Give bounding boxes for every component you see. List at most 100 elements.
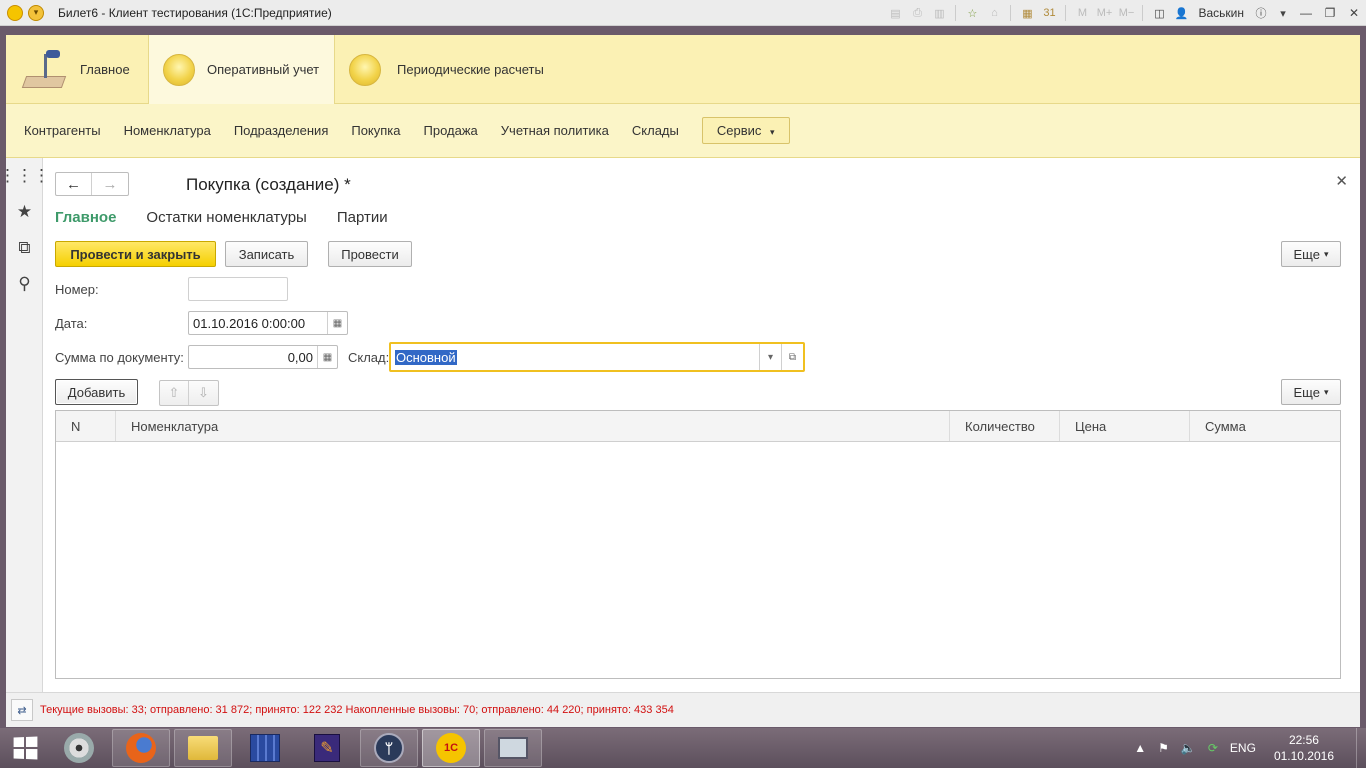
taskbar-editor-app[interactable]: ✎ — [298, 729, 356, 767]
cmd-warehouses[interactable]: Склады — [632, 123, 679, 138]
search-icon[interactable]: ⚲ — [6, 266, 43, 302]
service-menu-button[interactable]: Сервис ▾ — [701, 117, 790, 144]
date-label: Дата: — [55, 316, 88, 331]
firefox-icon — [126, 733, 156, 763]
table-more-button[interactable]: Еще ▾ — [1281, 379, 1341, 405]
history-icon[interactable]: ⧉ — [6, 230, 43, 266]
close-window-button[interactable]: ✕ — [1343, 5, 1365, 21]
chevron-down-icon[interactable]: ▾ — [1274, 5, 1292, 21]
column-header-price[interactable]: Цена — [1060, 411, 1190, 441]
column-header-sum[interactable]: Сумма — [1190, 411, 1340, 441]
title-bar-tools: ▤ ⎙ ▥ ☆ ⌂ ▦ 31 M M+ M− ◫ 👤 Васькин ⓘ ▾ —… — [884, 0, 1366, 26]
section-label: Периодические расчеты — [397, 62, 544, 77]
server-calls-icon[interactable]: ⇄ — [11, 699, 33, 721]
post-button[interactable]: Провести — [328, 241, 412, 267]
tab-nomenclature-balances[interactable]: Остатки номенклатуры — [146, 209, 306, 226]
status-bar: ⇄ Текущие вызовы: 33; отправлено: 31 872… — [6, 692, 1360, 727]
taskbar-tree-app[interactable]: ᛘ — [360, 729, 418, 767]
calendar-icon[interactable]: ▦ — [327, 312, 347, 334]
taskbar-archive-app[interactable] — [236, 729, 294, 767]
more-button[interactable]: Еще ▾ — [1281, 241, 1341, 267]
start-button[interactable] — [0, 728, 50, 768]
windows-logo-icon — [13, 736, 38, 760]
preview-icon[interactable]: ▥ — [930, 5, 948, 21]
folder-icon — [188, 736, 218, 760]
number-label: Номер: — [55, 282, 99, 297]
sum-field[interactable]: 0,00 ▦ — [188, 345, 338, 369]
cmd-nomenclature[interactable]: Номенклатура — [124, 123, 211, 138]
taskbar-media-player[interactable] — [50, 729, 108, 767]
calculator-icon[interactable]: ▦ — [1018, 5, 1036, 21]
post-and-close-button[interactable]: Провести и закрыть — [55, 241, 216, 267]
print-icon[interactable]: ⎙ — [908, 5, 926, 21]
1c-icon: 1С — [436, 733, 466, 763]
section-label: Оперативный учет — [207, 62, 320, 77]
move-down-icon[interactable]: ⇩ — [189, 381, 218, 405]
sum-label: Сумма по документу: — [55, 350, 184, 365]
back-arrow-icon[interactable]: ← — [56, 173, 92, 195]
volume-icon[interactable]: 🔈 — [1181, 741, 1196, 755]
column-header-quantity[interactable]: Количество — [950, 411, 1060, 441]
memory-minus-icon[interactable]: M− — [1117, 5, 1135, 21]
minimize-button[interactable]: — — [1295, 5, 1317, 21]
memory-m-icon[interactable]: M — [1073, 5, 1091, 21]
column-header-nomenclature[interactable]: Номенклатура — [116, 411, 950, 441]
column-header-n[interactable]: N — [56, 411, 116, 441]
history-icon[interactable]: ⌂ — [985, 5, 1003, 21]
remote-desktop-icon — [498, 737, 528, 759]
chevron-down-icon: ▾ — [1323, 248, 1329, 259]
clock-date: 01.10.2016 — [1273, 749, 1334, 763]
clock[interactable]: 22:56 01.10.2016 — [1274, 732, 1334, 764]
calculator-icon[interactable]: ▦ — [317, 346, 337, 368]
favorites-icon[interactable]: ☆ — [963, 5, 981, 21]
cmd-sale[interactable]: Продажа — [424, 123, 478, 138]
panels-icon[interactable]: ◫ — [1150, 5, 1168, 21]
close-form-icon[interactable]: ✕ — [1335, 172, 1348, 190]
tab-main[interactable]: Главное — [55, 209, 116, 226]
save-button[interactable]: Записать — [225, 241, 308, 267]
memory-plus-icon[interactable]: M+ — [1095, 5, 1113, 21]
section-periodic[interactable]: Периодические расчеты — [335, 35, 558, 104]
cmd-purchase[interactable]: Покупка — [351, 123, 400, 138]
cmd-counterparties[interactable]: Контрагенты — [24, 123, 101, 138]
warehouse-field[interactable]: Основной ▾ ⧉ — [389, 342, 805, 372]
sync-icon[interactable]: ⟳ — [1208, 741, 1218, 755]
section-operational[interactable]: Оперативный учет — [148, 35, 335, 104]
system-tray: ▲ ⚑ 🔈 ⟳ ENG 22:56 01.10.2016 — [1128, 728, 1366, 768]
goods-table: N Номенклатура Количество Цена Сумма — [55, 410, 1341, 679]
dropdown-arrow-icon[interactable]: ▾ — [759, 344, 781, 370]
restore-button[interactable]: ❐ — [1319, 5, 1341, 21]
section-main[interactable]: Главное — [6, 35, 148, 104]
show-desktop-button[interactable] — [1356, 728, 1366, 768]
save-icon[interactable]: ▤ — [886, 5, 904, 21]
calendar-icon[interactable]: 31 — [1040, 5, 1058, 21]
taskbar-1c-app[interactable]: 1С — [422, 729, 480, 767]
taskbar-file-explorer[interactable] — [174, 729, 232, 767]
cmd-accounting-policy[interactable]: Учетная политика — [501, 123, 609, 138]
cmd-departments[interactable]: Подразделения — [234, 123, 329, 138]
server-calls-status: Текущие вызовы: 33; отправлено: 31 872; … — [40, 704, 674, 716]
tab-batches[interactable]: Партии — [337, 209, 388, 226]
app-logo-icon[interactable] — [7, 4, 23, 21]
forward-arrow-icon[interactable]: → — [92, 173, 128, 195]
taskbar-firefox[interactable] — [112, 729, 170, 767]
favorites-star-icon[interactable]: ★ — [6, 194, 43, 230]
tray-expand-icon[interactable]: ▲ — [1134, 741, 1146, 755]
taskbar-remote-desktop[interactable] — [484, 729, 542, 767]
info-icon[interactable]: ⓘ — [1252, 5, 1270, 21]
language-indicator[interactable]: ENG — [1230, 741, 1256, 755]
functions-menu-icon[interactable]: ⋮⋮⋮ — [0, 158, 50, 194]
add-button[interactable]: Добавить — [55, 379, 138, 405]
network-flag-icon[interactable]: ⚑ — [1158, 741, 1169, 755]
user-icon: 👤 — [1174, 7, 1189, 20]
row-move-buttons: ⇧ ⇩ — [159, 380, 219, 406]
move-up-icon[interactable]: ⇧ — [160, 381, 189, 405]
open-icon[interactable]: ⧉ — [781, 344, 803, 370]
user-name[interactable]: Васькин — [1198, 6, 1244, 20]
table-body[interactable] — [56, 442, 1340, 678]
date-field[interactable]: 01.10.2016 0:00:00 ▦ — [188, 311, 348, 335]
number-field[interactable] — [188, 277, 288, 301]
window-title: Билет6 - Клиент тестирования (1С:Предпри… — [58, 5, 332, 20]
desk-lamp-icon — [20, 46, 68, 94]
main-menu-icon[interactable]: ▾ — [28, 4, 44, 21]
